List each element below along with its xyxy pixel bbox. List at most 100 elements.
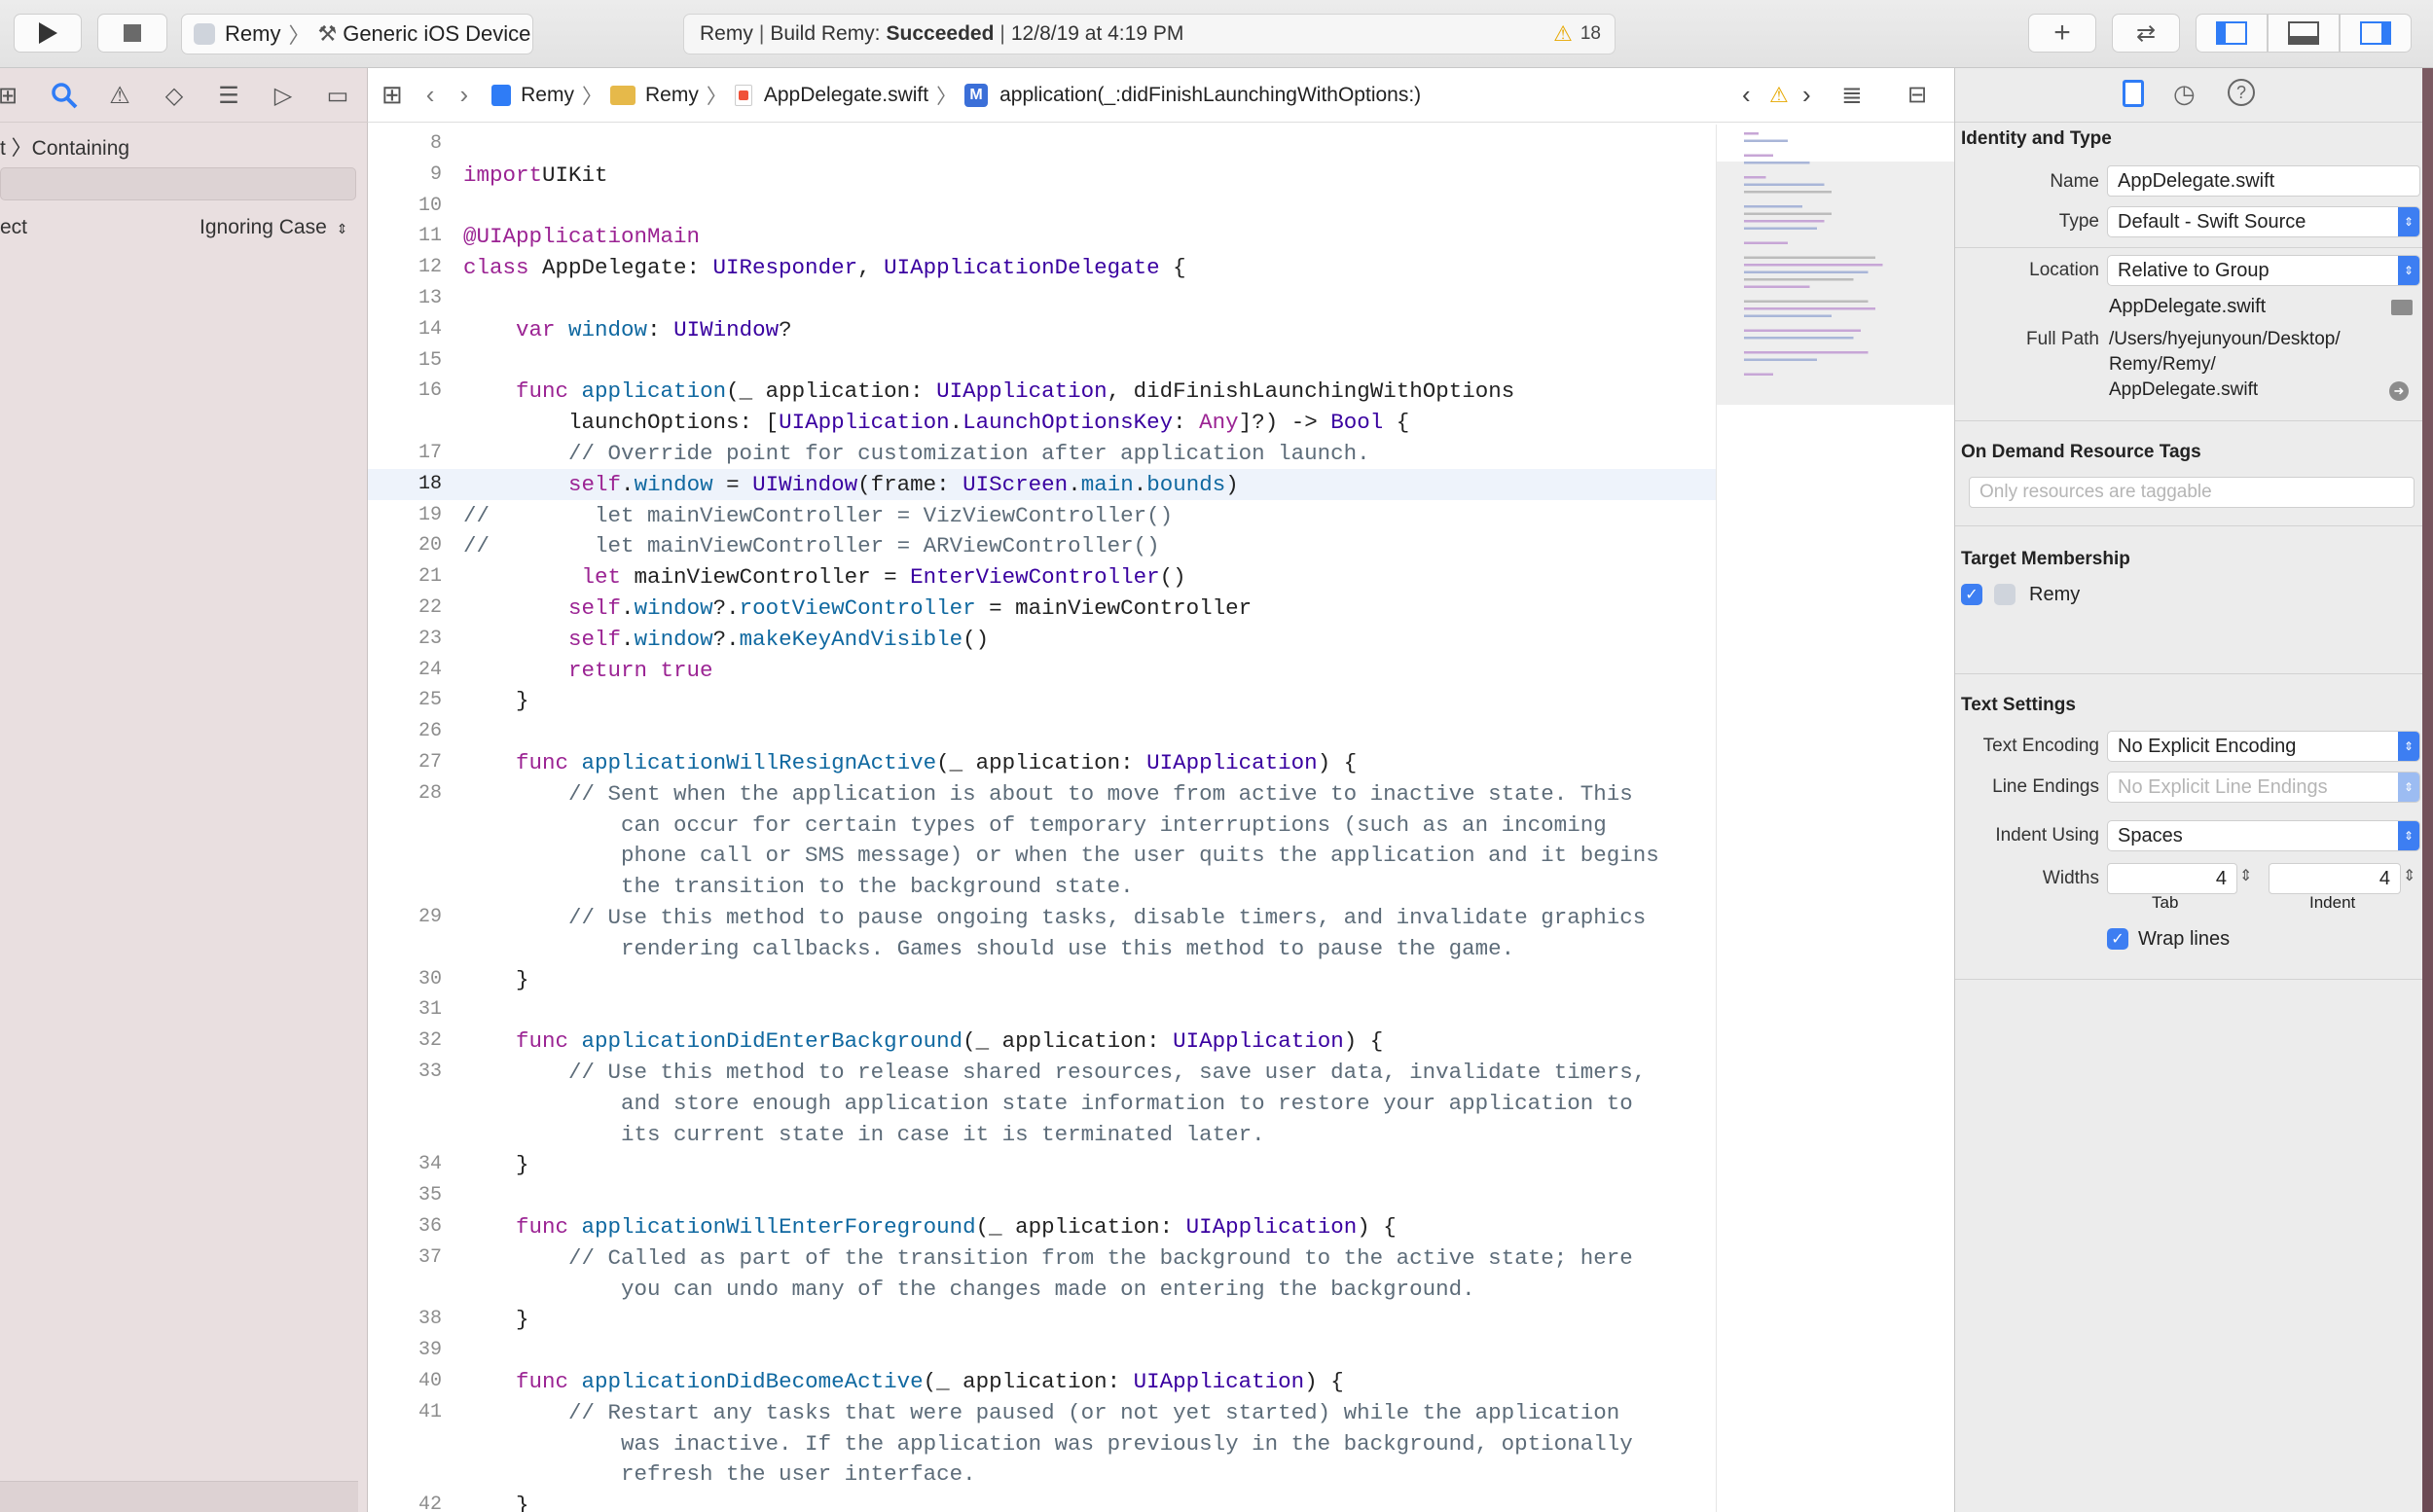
tab-stepper-icon[interactable]: ⇕ xyxy=(2239,866,2252,885)
jump-item-project[interactable]: Remy xyxy=(521,84,574,107)
code-line[interactable]: was inactive. If the application was pre… xyxy=(368,1428,1716,1459)
report-icon[interactable]: ▭ xyxy=(322,80,353,111)
jump-item-group[interactable]: Remy xyxy=(645,84,699,107)
toggle-navigator-button[interactable] xyxy=(2196,14,2268,53)
encoding-popup[interactable]: No Explicit Encoding ⇕ xyxy=(2107,731,2420,762)
reveal-folder-icon[interactable] xyxy=(2391,300,2413,315)
indent-stepper-icon[interactable]: ⇕ xyxy=(2403,866,2415,885)
code-line[interactable]: 16 func application(_ application: UIApp… xyxy=(368,376,1716,407)
code-line[interactable]: 14 var window: UIWindow? xyxy=(368,314,1716,345)
wrap-lines-checkbox[interactable]: ✓ xyxy=(2107,928,2128,950)
library-button[interactable]: + xyxy=(2028,14,2096,53)
stop-button[interactable] xyxy=(97,14,167,53)
indent-using-popup[interactable]: Spaces ⇕ xyxy=(2107,820,2420,851)
code-line[interactable]: 11 @UIApplicationMain xyxy=(368,221,1716,252)
scheme-selector[interactable]: Remy 〉 ⚒ Generic iOS Device xyxy=(181,14,533,54)
code-line[interactable]: 38 } xyxy=(368,1304,1716,1335)
code-line[interactable]: 35 xyxy=(368,1180,1716,1211)
test-diamond-icon[interactable]: ◇ xyxy=(159,80,190,111)
code-line[interactable]: phone call or SMS message) or when the u… xyxy=(368,840,1716,871)
code-line[interactable]: the transition to the background state. xyxy=(368,871,1716,902)
breakpoint-icon[interactable]: ▷ xyxy=(268,80,299,111)
odr-tags-field[interactable]: Only resources are taggable xyxy=(1969,477,2415,508)
code-line[interactable]: 36 func applicationWillEnterForeground(_… xyxy=(368,1211,1716,1242)
code-line[interactable]: 19 // let mainViewController = VizViewCon… xyxy=(368,500,1716,531)
code-line[interactable]: can occur for certain types of temporary… xyxy=(368,810,1716,841)
code-line[interactable]: 25 } xyxy=(368,685,1716,716)
code-line[interactable]: 27 func applicationWillResignActive(_ ap… xyxy=(368,747,1716,778)
code-line[interactable]: 33 // Use this method to release shared … xyxy=(368,1057,1716,1088)
code-line[interactable]: 42 } xyxy=(368,1490,1716,1512)
quick-help-icon[interactable]: ? xyxy=(2228,79,2255,106)
search-icon[interactable] xyxy=(49,80,80,111)
code-line[interactable]: 21 let mainViewController = EnterViewCon… xyxy=(368,561,1716,593)
type-popup[interactable]: Default - Swift Source ⇕ xyxy=(2107,206,2420,237)
issue-warning-icon[interactable]: ⚠ xyxy=(104,80,135,111)
tab-width-field[interactable]: 4 xyxy=(2107,863,2237,894)
issue-warning-icon[interactable]: ⚠ xyxy=(1769,83,1789,108)
toggle-inspector-button[interactable] xyxy=(2340,14,2412,53)
code-line[interactable]: 22 self.window?.rootViewController = mai… xyxy=(368,593,1716,624)
code-line[interactable]: 34 } xyxy=(368,1149,1716,1180)
code-line[interactable]: 15 xyxy=(368,345,1716,377)
code-review-button[interactable]: ⇄ xyxy=(2112,14,2180,53)
forward-arrow-icon[interactable]: › xyxy=(459,80,468,110)
indent-width-field[interactable]: 4 xyxy=(2269,863,2401,894)
jump-item-file[interactable]: AppDelegate.swift xyxy=(764,84,928,107)
reveal-arrow-icon[interactable]: ➜ xyxy=(2389,381,2409,401)
code-line[interactable]: 40 func applicationDidBecomeActive(_ app… xyxy=(368,1366,1716,1397)
hierarchy-icon[interactable]: ⊞ xyxy=(0,80,23,111)
code-line[interactable]: 12 class AppDelegate: UIResponder, UIAppl… xyxy=(368,252,1716,283)
back-arrow-icon[interactable]: ‹ xyxy=(426,80,435,110)
code-line[interactable]: its current state in case it is terminat… xyxy=(368,1119,1716,1150)
case-mode-selector[interactable]: Ignoring Case ⇕ xyxy=(200,216,347,239)
target-name: Remy xyxy=(2029,584,2081,605)
scheme-target[interactable]: Remy xyxy=(225,21,280,47)
code-line[interactable]: 41 // Restart any tasks that were paused… xyxy=(368,1397,1716,1428)
code-line[interactable]: 32 func applicationDidEnterBackground(_ … xyxy=(368,1026,1716,1057)
name-field[interactable]: AppDelegate.swift xyxy=(2107,165,2420,197)
find-breadcrumb[interactable]: t 〉Containing xyxy=(0,132,129,162)
debug-list-icon[interactable]: ☰ xyxy=(213,80,244,111)
warning-indicator[interactable]: ⚠ 18 xyxy=(1553,21,1601,47)
line-endings-popup[interactable]: No Explicit Line Endings ⇕ xyxy=(2107,772,2420,803)
code-line[interactable]: 29 // Use this method to pause ongoing t… xyxy=(368,902,1716,933)
code-line[interactable]: 9 importUIKit xyxy=(368,160,1716,191)
code-line[interactable]: 24 return true xyxy=(368,655,1716,686)
location-popup[interactable]: Relative to Group ⇕ xyxy=(2107,255,2420,286)
code-line[interactable]: 26 xyxy=(368,716,1716,747)
toggle-debug-area-button[interactable] xyxy=(2268,14,2340,53)
run-button[interactable] xyxy=(14,14,82,53)
previous-issue-icon[interactable]: ‹ xyxy=(1742,80,1751,110)
next-issue-icon[interactable]: › xyxy=(1802,80,1811,110)
code-line[interactable]: 20 // let mainViewController = ARViewCont… xyxy=(368,530,1716,561)
related-items-icon[interactable]: ⊞ xyxy=(381,80,403,110)
code-line[interactable]: 8 xyxy=(368,128,1716,160)
minimap-viewport[interactable] xyxy=(1717,162,1955,405)
code-line[interactable]: 10 xyxy=(368,191,1716,222)
code-line[interactable]: you can undo many of the changes made on… xyxy=(368,1274,1716,1305)
editor-options-icon[interactable]: ≣ xyxy=(1841,80,1863,110)
code-line[interactable]: rendering callbacks. Games should use th… xyxy=(368,933,1716,964)
scheme-device[interactable]: Generic iOS Device xyxy=(343,21,530,47)
code-line[interactable]: 31 xyxy=(368,994,1716,1026)
code-line[interactable]: 28 // Sent when the application is about… xyxy=(368,778,1716,810)
code-line[interactable]: 37 // Called as part of the transition f… xyxy=(368,1242,1716,1274)
minimap[interactable] xyxy=(1716,125,1955,1512)
target-checkbox[interactable]: ✓ xyxy=(1961,584,1982,605)
history-clock-icon[interactable]: ◷ xyxy=(2173,79,2196,109)
code-line[interactable]: 39 xyxy=(368,1335,1716,1366)
code-line[interactable]: refresh the user interface. xyxy=(368,1458,1716,1490)
code-line[interactable]: and store enough application state infor… xyxy=(368,1088,1716,1119)
code-area[interactable]: 8 9 importUIKit 10 11 @UIApplicationMain 12 cla… xyxy=(368,125,1716,1512)
add-editor-icon[interactable]: ⊟ xyxy=(1907,81,1927,109)
jump-item-method[interactable]: application(_:didFinishLaunchingWithOpti… xyxy=(999,84,1421,107)
code-line[interactable]: launchOptions: [UIApplication.LaunchOpti… xyxy=(368,407,1716,438)
file-inspector-icon[interactable] xyxy=(2123,80,2144,107)
code-line[interactable]: 30 } xyxy=(368,964,1716,995)
code-line[interactable]: 13 xyxy=(368,283,1716,314)
code-line[interactable]: 17 // Override point for customization a… xyxy=(368,438,1716,469)
find-input[interactable] xyxy=(0,167,356,200)
code-line[interactable]: 18 self.window = UIWindow(frame: UIScree… xyxy=(368,468,1716,500)
code-line[interactable]: 23 self.window?.makeKeyAndVisible() xyxy=(368,624,1716,655)
